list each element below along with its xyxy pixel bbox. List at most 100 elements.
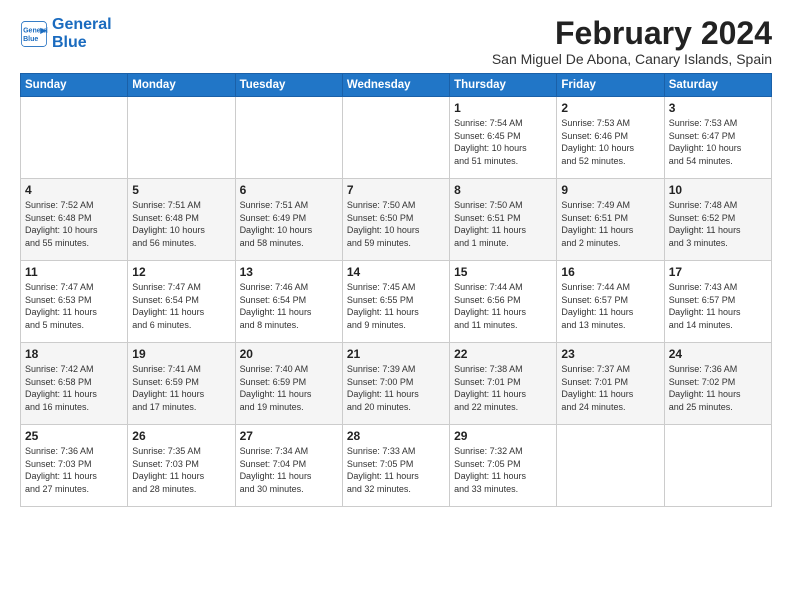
day-info: Sunrise: 7:35 AM Sunset: 7:03 PM Dayligh… (132, 445, 230, 495)
logo-general: General (52, 16, 112, 34)
day-number: 6 (240, 183, 338, 197)
calendar-cell (235, 97, 342, 179)
calendar-cell: 2 Sunrise: 7:53 AM Sunset: 6:46 PM Daylig… (557, 97, 664, 179)
day-info: Sunrise: 7:44 AM Sunset: 6:57 PM Dayligh… (561, 281, 659, 331)
day-number: 22 (454, 347, 552, 361)
day-number: 5 (132, 183, 230, 197)
day-number: 26 (132, 429, 230, 443)
day-info: Sunrise: 7:36 AM Sunset: 7:02 PM Dayligh… (669, 363, 767, 413)
day-number: 16 (561, 265, 659, 279)
calendar-week-row: 4Sunrise: 7:52 AM Sunset: 6:48 PM Daylig… (21, 179, 772, 261)
calendar-cell: 29 Sunrise: 7:32 AM Sunset: 7:05 PM Dayli… (450, 425, 557, 507)
day-info: Sunrise: 7:34 AM Sunset: 7:04 PM Dayligh… (240, 445, 338, 495)
calendar-cell: 11Sunrise: 7:47 AM Sunset: 6:53 PM Dayli… (21, 261, 128, 343)
weekday-header-saturday: Saturday (664, 74, 771, 97)
calendar-cell: 12 Sunrise: 7:47 AM Sunset: 6:54 PM Dayli… (128, 261, 235, 343)
day-number: 9 (561, 183, 659, 197)
day-info: Sunrise: 7:43 AM Sunset: 6:57 PM Dayligh… (669, 281, 767, 331)
day-info: Sunrise: 7:53 AM Sunset: 6:46 PM Dayligh… (561, 117, 659, 167)
calendar-cell: 26 Sunrise: 7:35 AM Sunset: 7:03 PM Dayli… (128, 425, 235, 507)
calendar-cell: 16 Sunrise: 7:44 AM Sunset: 6:57 PM Dayli… (557, 261, 664, 343)
calendar-cell (342, 97, 449, 179)
calendar-cell: 8Sunrise: 7:50 AM Sunset: 6:51 PM Daylig… (450, 179, 557, 261)
day-info: Sunrise: 7:48 AM Sunset: 6:52 PM Dayligh… (669, 199, 767, 249)
day-number: 1 (454, 101, 552, 115)
location-subtitle: San Miguel De Abona, Canary Islands, Spa… (492, 51, 772, 67)
day-number: 27 (240, 429, 338, 443)
day-info: Sunrise: 7:37 AM Sunset: 7:01 PM Dayligh… (561, 363, 659, 413)
day-number: 2 (561, 101, 659, 115)
weekday-header-thursday: Thursday (450, 74, 557, 97)
calendar-cell: 18 Sunrise: 7:42 AM Sunset: 6:58 PM Dayli… (21, 343, 128, 425)
page: General Blue General Blue February 2024 … (0, 0, 792, 517)
day-number: 7 (347, 183, 445, 197)
title-block: February 2024 San Miguel De Abona, Canar… (492, 16, 772, 67)
month-title: February 2024 (492, 16, 772, 51)
calendar-cell: 6 Sunrise: 7:51 AM Sunset: 6:49 PM Daylig… (235, 179, 342, 261)
weekday-header-monday: Monday (128, 74, 235, 97)
weekday-header-tuesday: Tuesday (235, 74, 342, 97)
day-number: 24 (669, 347, 767, 361)
day-info: Sunrise: 7:40 AM Sunset: 6:59 PM Dayligh… (240, 363, 338, 413)
day-number: 18 (25, 347, 123, 361)
calendar-cell: 9Sunrise: 7:49 AM Sunset: 6:51 PM Daylig… (557, 179, 664, 261)
calendar-cell: 7 Sunrise: 7:50 AM Sunset: 6:50 PM Daylig… (342, 179, 449, 261)
day-number: 20 (240, 347, 338, 361)
calendar-table: SundayMondayTuesdayWednesdayThursdayFrid… (20, 73, 772, 507)
calendar-cell: 5 Sunrise: 7:51 AM Sunset: 6:48 PM Daylig… (128, 179, 235, 261)
day-number: 21 (347, 347, 445, 361)
calendar-cell: 4Sunrise: 7:52 AM Sunset: 6:48 PM Daylig… (21, 179, 128, 261)
calendar-cell: 19 Sunrise: 7:41 AM Sunset: 6:59 PM Dayli… (128, 343, 235, 425)
day-number: 19 (132, 347, 230, 361)
calendar-cell: 15Sunrise: 7:44 AM Sunset: 6:56 PM Dayli… (450, 261, 557, 343)
day-info: Sunrise: 7:53 AM Sunset: 6:47 PM Dayligh… (669, 117, 767, 167)
day-number: 10 (669, 183, 767, 197)
calendar-cell: 24 Sunrise: 7:36 AM Sunset: 7:02 PM Dayli… (664, 343, 771, 425)
day-info: Sunrise: 7:50 AM Sunset: 6:51 PM Dayligh… (454, 199, 552, 249)
calendar-week-row: 1 Sunrise: 7:54 AM Sunset: 6:45 PM Daylig… (21, 97, 772, 179)
day-info: Sunrise: 7:32 AM Sunset: 7:05 PM Dayligh… (454, 445, 552, 495)
day-info: Sunrise: 7:44 AM Sunset: 6:56 PM Dayligh… (454, 281, 552, 331)
day-number: 12 (132, 265, 230, 279)
calendar-cell: 28Sunrise: 7:33 AM Sunset: 7:05 PM Dayli… (342, 425, 449, 507)
day-info: Sunrise: 7:36 AM Sunset: 7:03 PM Dayligh… (25, 445, 123, 495)
day-info: Sunrise: 7:51 AM Sunset: 6:48 PM Dayligh… (132, 199, 230, 249)
day-number: 3 (669, 101, 767, 115)
logo: General Blue General Blue (20, 16, 112, 53)
calendar-cell (557, 425, 664, 507)
calendar-cell: 17 Sunrise: 7:43 AM Sunset: 6:57 PM Dayli… (664, 261, 771, 343)
day-info: Sunrise: 7:47 AM Sunset: 6:54 PM Dayligh… (132, 281, 230, 331)
calendar-week-row: 18 Sunrise: 7:42 AM Sunset: 6:58 PM Dayli… (21, 343, 772, 425)
weekday-header-wednesday: Wednesday (342, 74, 449, 97)
weekday-header-row: SundayMondayTuesdayWednesdayThursdayFrid… (21, 74, 772, 97)
day-info: Sunrise: 7:54 AM Sunset: 6:45 PM Dayligh… (454, 117, 552, 167)
calendar-cell: 10 Sunrise: 7:48 AM Sunset: 6:52 PM Dayli… (664, 179, 771, 261)
day-number: 17 (669, 265, 767, 279)
day-number: 25 (25, 429, 123, 443)
day-info: Sunrise: 7:51 AM Sunset: 6:49 PM Dayligh… (240, 199, 338, 249)
svg-text:Blue: Blue (23, 36, 38, 43)
header: General Blue General Blue February 2024 … (20, 16, 772, 67)
calendar-cell: 14 Sunrise: 7:45 AM Sunset: 6:55 PM Dayli… (342, 261, 449, 343)
day-number: 23 (561, 347, 659, 361)
calendar-cell: 20 Sunrise: 7:40 AM Sunset: 6:59 PM Dayli… (235, 343, 342, 425)
weekday-header-sunday: Sunday (21, 74, 128, 97)
calendar-cell: 23 Sunrise: 7:37 AM Sunset: 7:01 PM Dayli… (557, 343, 664, 425)
day-info: Sunrise: 7:41 AM Sunset: 6:59 PM Dayligh… (132, 363, 230, 413)
calendar-cell: 13 Sunrise: 7:46 AM Sunset: 6:54 PM Dayli… (235, 261, 342, 343)
calendar-cell (128, 97, 235, 179)
day-number: 14 (347, 265, 445, 279)
day-info: Sunrise: 7:46 AM Sunset: 6:54 PM Dayligh… (240, 281, 338, 331)
calendar-cell: 21 Sunrise: 7:39 AM Sunset: 7:00 PM Dayli… (342, 343, 449, 425)
day-info: Sunrise: 7:47 AM Sunset: 6:53 PM Dayligh… (25, 281, 123, 331)
calendar-week-row: 11Sunrise: 7:47 AM Sunset: 6:53 PM Dayli… (21, 261, 772, 343)
day-number: 13 (240, 265, 338, 279)
calendar-cell (21, 97, 128, 179)
day-info: Sunrise: 7:39 AM Sunset: 7:00 PM Dayligh… (347, 363, 445, 413)
day-info: Sunrise: 7:50 AM Sunset: 6:50 PM Dayligh… (347, 199, 445, 249)
day-number: 29 (454, 429, 552, 443)
day-info: Sunrise: 7:45 AM Sunset: 6:55 PM Dayligh… (347, 281, 445, 331)
day-info: Sunrise: 7:42 AM Sunset: 6:58 PM Dayligh… (25, 363, 123, 413)
day-number: 4 (25, 183, 123, 197)
day-info: Sunrise: 7:33 AM Sunset: 7:05 PM Dayligh… (347, 445, 445, 495)
